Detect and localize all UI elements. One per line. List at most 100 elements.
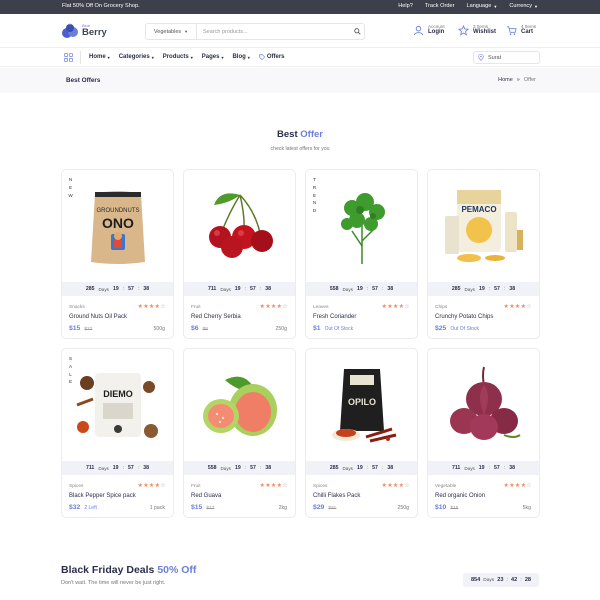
nav-item-label: Blog xyxy=(232,54,246,60)
countdown-separator: : xyxy=(366,286,369,292)
nav-item-offers[interactable]: Offers xyxy=(259,54,284,60)
badge-letter: D xyxy=(312,208,317,214)
countdown-separator: : xyxy=(259,465,262,471)
product-price-row: $15 $22 xyxy=(69,325,92,332)
countdown-days-label: Days xyxy=(342,286,353,292)
star-empty-icon: ☆ xyxy=(404,304,410,310)
location-select[interactable]: Surat xyxy=(473,51,540,64)
product-countdown: 711 Days 19 : 57 : 38 xyxy=(184,282,295,296)
location-label: Surat xyxy=(488,54,502,61)
badge-letter: S xyxy=(68,356,73,361)
nav-item-label: Categories xyxy=(118,54,150,60)
groundnut-pouch-image[interactable]: GROUNDNUTS ONO xyxy=(62,170,173,282)
product-card[interactable]: 711 Days 19 : 57 : 38 Vegetable ★★★★☆ Re… xyxy=(427,348,540,518)
product-old-price: $31 xyxy=(328,506,337,511)
nav-item-blog[interactable]: Blog ▾ xyxy=(232,54,249,60)
help-link[interactable]: Help? xyxy=(398,3,413,9)
grid-menu-icon[interactable] xyxy=(64,53,73,62)
product-name[interactable]: Red Cherry Serbia xyxy=(191,314,241,320)
chevron-down-icon: ▾ xyxy=(151,54,154,60)
star-empty-icon: ☆ xyxy=(160,304,166,310)
product-name[interactable]: Fresh Coriander xyxy=(313,314,356,320)
product-countdown: 285 Days 19 : 57 : 38 xyxy=(428,282,539,296)
countdown-separator: : xyxy=(503,465,506,471)
countdown-separator: : xyxy=(381,465,384,471)
spice-pack-image[interactable]: DIEMO xyxy=(62,349,173,461)
countdown-seconds: 38 xyxy=(387,465,394,471)
star-empty-icon: ☆ xyxy=(404,483,410,489)
nav-item-categories[interactable]: Categories ▾ xyxy=(119,54,154,60)
countdown-separator: : xyxy=(381,286,384,292)
product-name[interactable]: Crunchy Potato Chips xyxy=(435,314,493,320)
countdown-seconds: 28 xyxy=(524,577,532,583)
product-badge: SALE xyxy=(68,355,73,386)
account-link[interactable]: Account Login xyxy=(413,24,445,36)
product-countdown: 711 Days 19 : 57 : 38 xyxy=(62,461,173,475)
wishlist-link[interactable]: 3 Items Wishlist xyxy=(458,24,496,36)
product-name[interactable]: Red Guava xyxy=(191,493,221,499)
nav-item-home[interactable]: Home ▾ xyxy=(89,54,110,60)
countdown-days: 711 xyxy=(207,286,217,292)
search-bar: Vegetables ▼ Search products... xyxy=(145,23,365,40)
countdown-separator: : xyxy=(506,577,509,583)
countdown-hours: 19 xyxy=(356,465,363,471)
product-name[interactable]: Chilli Flakes Pack xyxy=(313,493,360,499)
product-card[interactable]: OPILO 285 Days 19 : 57 : 38 Spices ★★★★☆… xyxy=(305,348,418,518)
countdown-separator: : xyxy=(488,465,491,471)
countdown-seconds: 38 xyxy=(265,286,272,292)
track-order-link[interactable]: Track Order xyxy=(425,3,455,9)
cherries-image[interactable] xyxy=(184,170,295,282)
product-card[interactable]: 558 Days 19 : 57 : 38 Fruit ★★★★☆ Red Gu… xyxy=(183,348,296,518)
page-title: Best Offers xyxy=(66,77,101,84)
deals-subtitle: Don't wait. The time will never be just … xyxy=(61,580,166,586)
product-card[interactable]: DIEMO SALE 711 Days 19 : 57 : 38 Spices … xyxy=(61,348,174,518)
product-name[interactable]: Red organic Onion xyxy=(435,493,485,499)
section-subtitle: check latest offers for you xyxy=(270,146,330,152)
product-price: $32 xyxy=(69,504,81,511)
breadcrumb-home-link[interactable]: Home xyxy=(498,77,513,83)
countdown-minutes: 57 xyxy=(372,465,378,471)
product-card[interactable]: GROUNDNUTS ONO NEW 285 Days 19 : 57 : 38 … xyxy=(61,169,174,339)
product-price: $15 xyxy=(69,325,81,332)
product-card[interactable]: PEMACO 285 Days 19 : 57 : 38 Chips ★★★★☆… xyxy=(427,169,540,339)
product-name[interactable]: Black Pepper Spice pack xyxy=(69,493,136,499)
nav-item-label: Pages xyxy=(201,54,220,60)
badge-letter: R xyxy=(312,184,317,190)
product-name[interactable]: Ground Nuts Oil Pack xyxy=(69,314,127,320)
potato-chips-image[interactable]: PEMACO xyxy=(428,170,539,282)
svg-text:OPILO: OPILO xyxy=(347,397,375,407)
coriander-image[interactable] xyxy=(306,170,417,282)
product-price: $25 xyxy=(435,325,447,332)
countdown-seconds: 38 xyxy=(509,286,516,292)
product-card[interactable]: TREND 558 Days 19 : 57 : 38 Leaves ★★★★☆… xyxy=(305,169,418,339)
product-old-price: $22 xyxy=(84,327,93,332)
search-category-select[interactable]: Vegetables ▼ xyxy=(146,24,197,39)
search-icon[interactable] xyxy=(350,28,364,35)
countdown-hours: 19 xyxy=(356,286,363,292)
product-rating: ★★★★☆ xyxy=(503,483,532,489)
top-links: Help? Track Order Language ▼ Currency ▼ xyxy=(398,3,538,9)
section-title-main: Best xyxy=(277,129,298,140)
countdown-seconds: 38 xyxy=(265,465,272,471)
countdown-days-label: Days xyxy=(483,577,495,583)
countdown-hours: 19 xyxy=(112,286,119,292)
currency-dropdown[interactable]: Currency ▼ xyxy=(509,3,538,9)
product-weight: 250g xyxy=(275,326,287,332)
search-input[interactable]: Search products... xyxy=(197,29,350,35)
guava-image[interactable] xyxy=(184,349,295,461)
cart-link[interactable]: 4 Items Cart xyxy=(506,24,536,36)
chilli-flakes-pack-image[interactable]: OPILO xyxy=(306,349,417,461)
product-old-price: $15 xyxy=(450,506,459,511)
product-category: Snacks xyxy=(69,305,85,310)
product-card[interactable]: 711 Days 19 : 57 : 38 Fruit ★★★★☆ Red Ch… xyxy=(183,169,296,339)
countdown-minutes: 57 xyxy=(128,286,134,292)
product-price: $10 xyxy=(435,504,447,511)
language-dropdown[interactable]: Language ▼ xyxy=(466,3,497,9)
product-countdown: 558 Days 19 : 57 : 38 xyxy=(306,282,417,296)
top-bar: Flat 50% Off On Grocery Shop. Help? Trac… xyxy=(0,0,600,14)
logo[interactable]: Blue Berry xyxy=(61,22,107,40)
nav-item-pages[interactable]: Pages ▾ xyxy=(202,54,224,60)
nav-item-products[interactable]: Products ▾ xyxy=(163,54,193,60)
red-onions-image[interactable] xyxy=(428,349,539,461)
product-price-row: $6 $8 xyxy=(191,325,208,332)
